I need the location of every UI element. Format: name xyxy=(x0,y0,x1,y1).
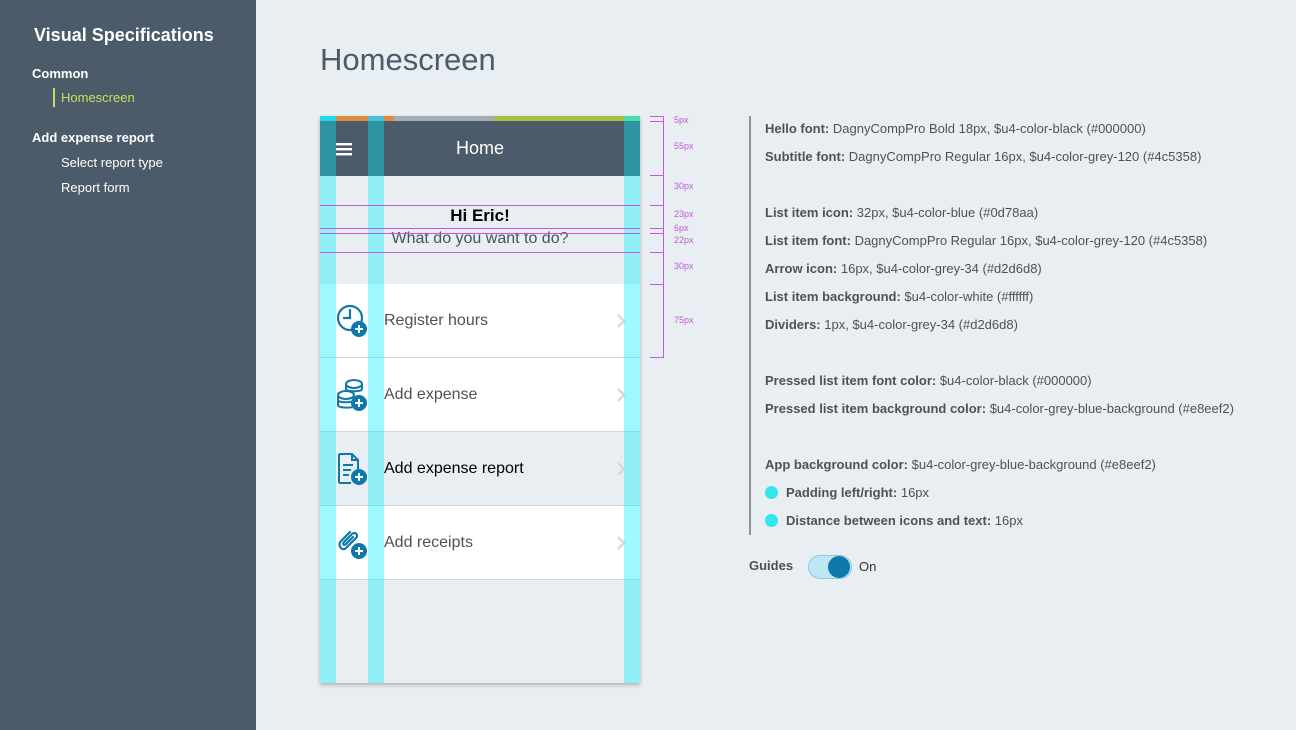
guides-label: Guides xyxy=(749,558,794,573)
guides-state: On xyxy=(859,559,877,574)
paperclip-add-icon xyxy=(338,530,367,559)
chevron-right-icon xyxy=(617,462,626,476)
toggle-knob xyxy=(828,556,850,578)
spec-padding: Padding left/right: 16px xyxy=(765,485,929,500)
active-indicator xyxy=(53,88,55,107)
sidebar: Visual Specifications Common Homescreen … xyxy=(0,0,256,730)
chevron-right-icon xyxy=(617,388,626,402)
measure-label: 6px xyxy=(674,223,689,233)
list-item-add-expense[interactable]: Add expense xyxy=(320,358,640,432)
measure-label: 22px xyxy=(674,235,694,245)
page-title: Homescreen xyxy=(320,42,496,77)
nav-section-add-expense-report: Add expense report xyxy=(32,130,155,145)
measure-label: 55px xyxy=(674,141,694,151)
menu-button[interactable] xyxy=(320,121,368,176)
spec-subtitle-font: Subtitle font: DagnyCompPro Regular 16px… xyxy=(765,149,1202,164)
nav-item-homescreen[interactable]: Homescreen xyxy=(61,90,135,105)
list-item-label: Add expense report xyxy=(384,460,524,477)
measure-label: 30px xyxy=(674,261,694,271)
subtitle-text: What do you want to do? xyxy=(391,230,569,247)
clock-add-icon xyxy=(336,304,367,337)
nav-item-report-form[interactable]: Report form xyxy=(61,180,130,195)
guides-toggle[interactable] xyxy=(808,555,852,579)
hamburger-icon xyxy=(336,142,352,155)
spec-list-item-icon: List item icon: 32px, $u4-color-blue (#0… xyxy=(765,205,1039,220)
chevron-right-icon xyxy=(617,314,626,328)
guide-color-dot xyxy=(765,514,778,527)
app-bar: Home xyxy=(320,121,640,176)
measure-label: 30px xyxy=(674,181,694,191)
spec-dividers: Dividers: 1px, $u4-color-grey-34 (#d2d6d… xyxy=(765,317,1018,332)
list-item-label: Register hours xyxy=(384,312,489,329)
spec-icon-text-distance: Distance between icons and text: 16px xyxy=(765,513,1023,528)
list-item-label: Add expense xyxy=(384,386,478,403)
chevron-right-icon xyxy=(617,536,626,550)
nav-section-common: Common xyxy=(32,66,89,81)
spec-pressed-font-color: Pressed list item font color: $u4-color-… xyxy=(765,373,1092,388)
list-item-label: Add receipts xyxy=(384,534,473,551)
list-item-add-receipts[interactable]: Add receipts xyxy=(320,506,640,580)
spec-arrow-icon: Arrow icon: 16px, $u4-color-grey-34 (#d2… xyxy=(765,261,1042,276)
coins-add-icon xyxy=(337,379,367,411)
spec-list-item-background: List item background: $u4-color-white (#… xyxy=(765,289,1034,304)
guide-color-dot xyxy=(765,486,778,499)
nav-item-select-report-type[interactable]: Select report type xyxy=(61,155,163,170)
list-item-register-hours[interactable]: Register hours xyxy=(320,284,640,358)
action-list: Register hours Add expense Add expense r… xyxy=(320,284,640,580)
greeting-text: Hi Eric! xyxy=(450,206,510,225)
app-title: Visual Specifications xyxy=(34,25,214,45)
measure-label: 23px xyxy=(674,209,694,219)
app-bar-title: Home xyxy=(455,138,504,158)
spec-app-background-color: App background color: $u4-color-grey-blu… xyxy=(765,457,1156,472)
measure-label: 5px xyxy=(674,115,689,125)
spec-pressed-background-color: Pressed list item background color: $u4-… xyxy=(765,401,1234,416)
guide-line xyxy=(320,228,640,229)
guide-line xyxy=(320,252,640,253)
spec-list-item-font: List item font: DagnyCompPro Regular 16p… xyxy=(765,233,1208,248)
spec-hello-font: Hello font: DagnyCompPro Bold 18px, $u4-… xyxy=(765,121,1146,136)
specs-divider xyxy=(749,116,751,535)
list-item-add-expense-report[interactable]: Add expense report xyxy=(320,432,640,506)
phone-preview: Home Hi Eric! What do you want to do? Re… xyxy=(320,116,640,683)
document-add-icon xyxy=(338,453,367,485)
measure-label: 75px xyxy=(674,315,694,325)
